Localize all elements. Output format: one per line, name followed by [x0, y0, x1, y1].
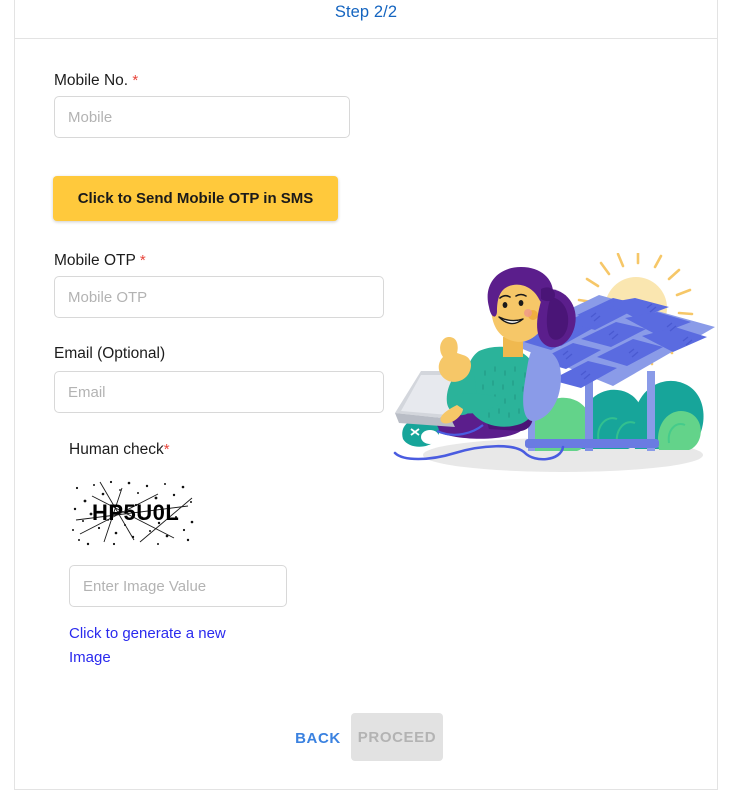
- mobile-number-label: Mobile No. *: [54, 71, 138, 91]
- back-button[interactable]: BACK: [285, 721, 351, 755]
- captcha-text: HP5U0L: [92, 500, 179, 525]
- human-check-label-text: Human check: [69, 441, 164, 458]
- send-mobile-otp-button[interactable]: Click to Send Mobile OTP in SMS: [53, 176, 338, 221]
- email-label-text: Email (Optional): [54, 345, 166, 362]
- email-label: Email (Optional): [54, 344, 165, 364]
- captcha-image: HP5U0L: [70, 476, 200, 548]
- mobile-number-label-text: Mobile No.: [54, 72, 129, 89]
- required-asterisk-icon: *: [163, 441, 170, 458]
- registration-card: Mobile No. * Click to Send Mobile OTP in…: [14, 38, 718, 790]
- required-asterisk-icon: *: [139, 252, 146, 269]
- step-header: Step 2/2: [14, 0, 718, 38]
- solar-panel-illustration: [385, 249, 715, 483]
- mobile-number-input[interactable]: [54, 96, 350, 138]
- email-input[interactable]: [54, 371, 384, 413]
- proceed-button[interactable]: PROCEED: [351, 713, 443, 761]
- mobile-otp-label-text: Mobile OTP: [54, 252, 136, 269]
- captcha-answer-input[interactable]: [69, 565, 287, 607]
- mobile-otp-label: Mobile OTP *: [54, 251, 146, 271]
- required-asterisk-icon: *: [132, 72, 139, 89]
- form-footer-actions: BACK PROCEED: [40, 713, 732, 763]
- human-check-label: Human check*: [69, 440, 170, 460]
- step-indicator-label: Step 2/2: [334, 3, 398, 21]
- mobile-otp-input[interactable]: [54, 276, 384, 318]
- regenerate-captcha-link[interactable]: Click to generate a new Image: [69, 622, 269, 670]
